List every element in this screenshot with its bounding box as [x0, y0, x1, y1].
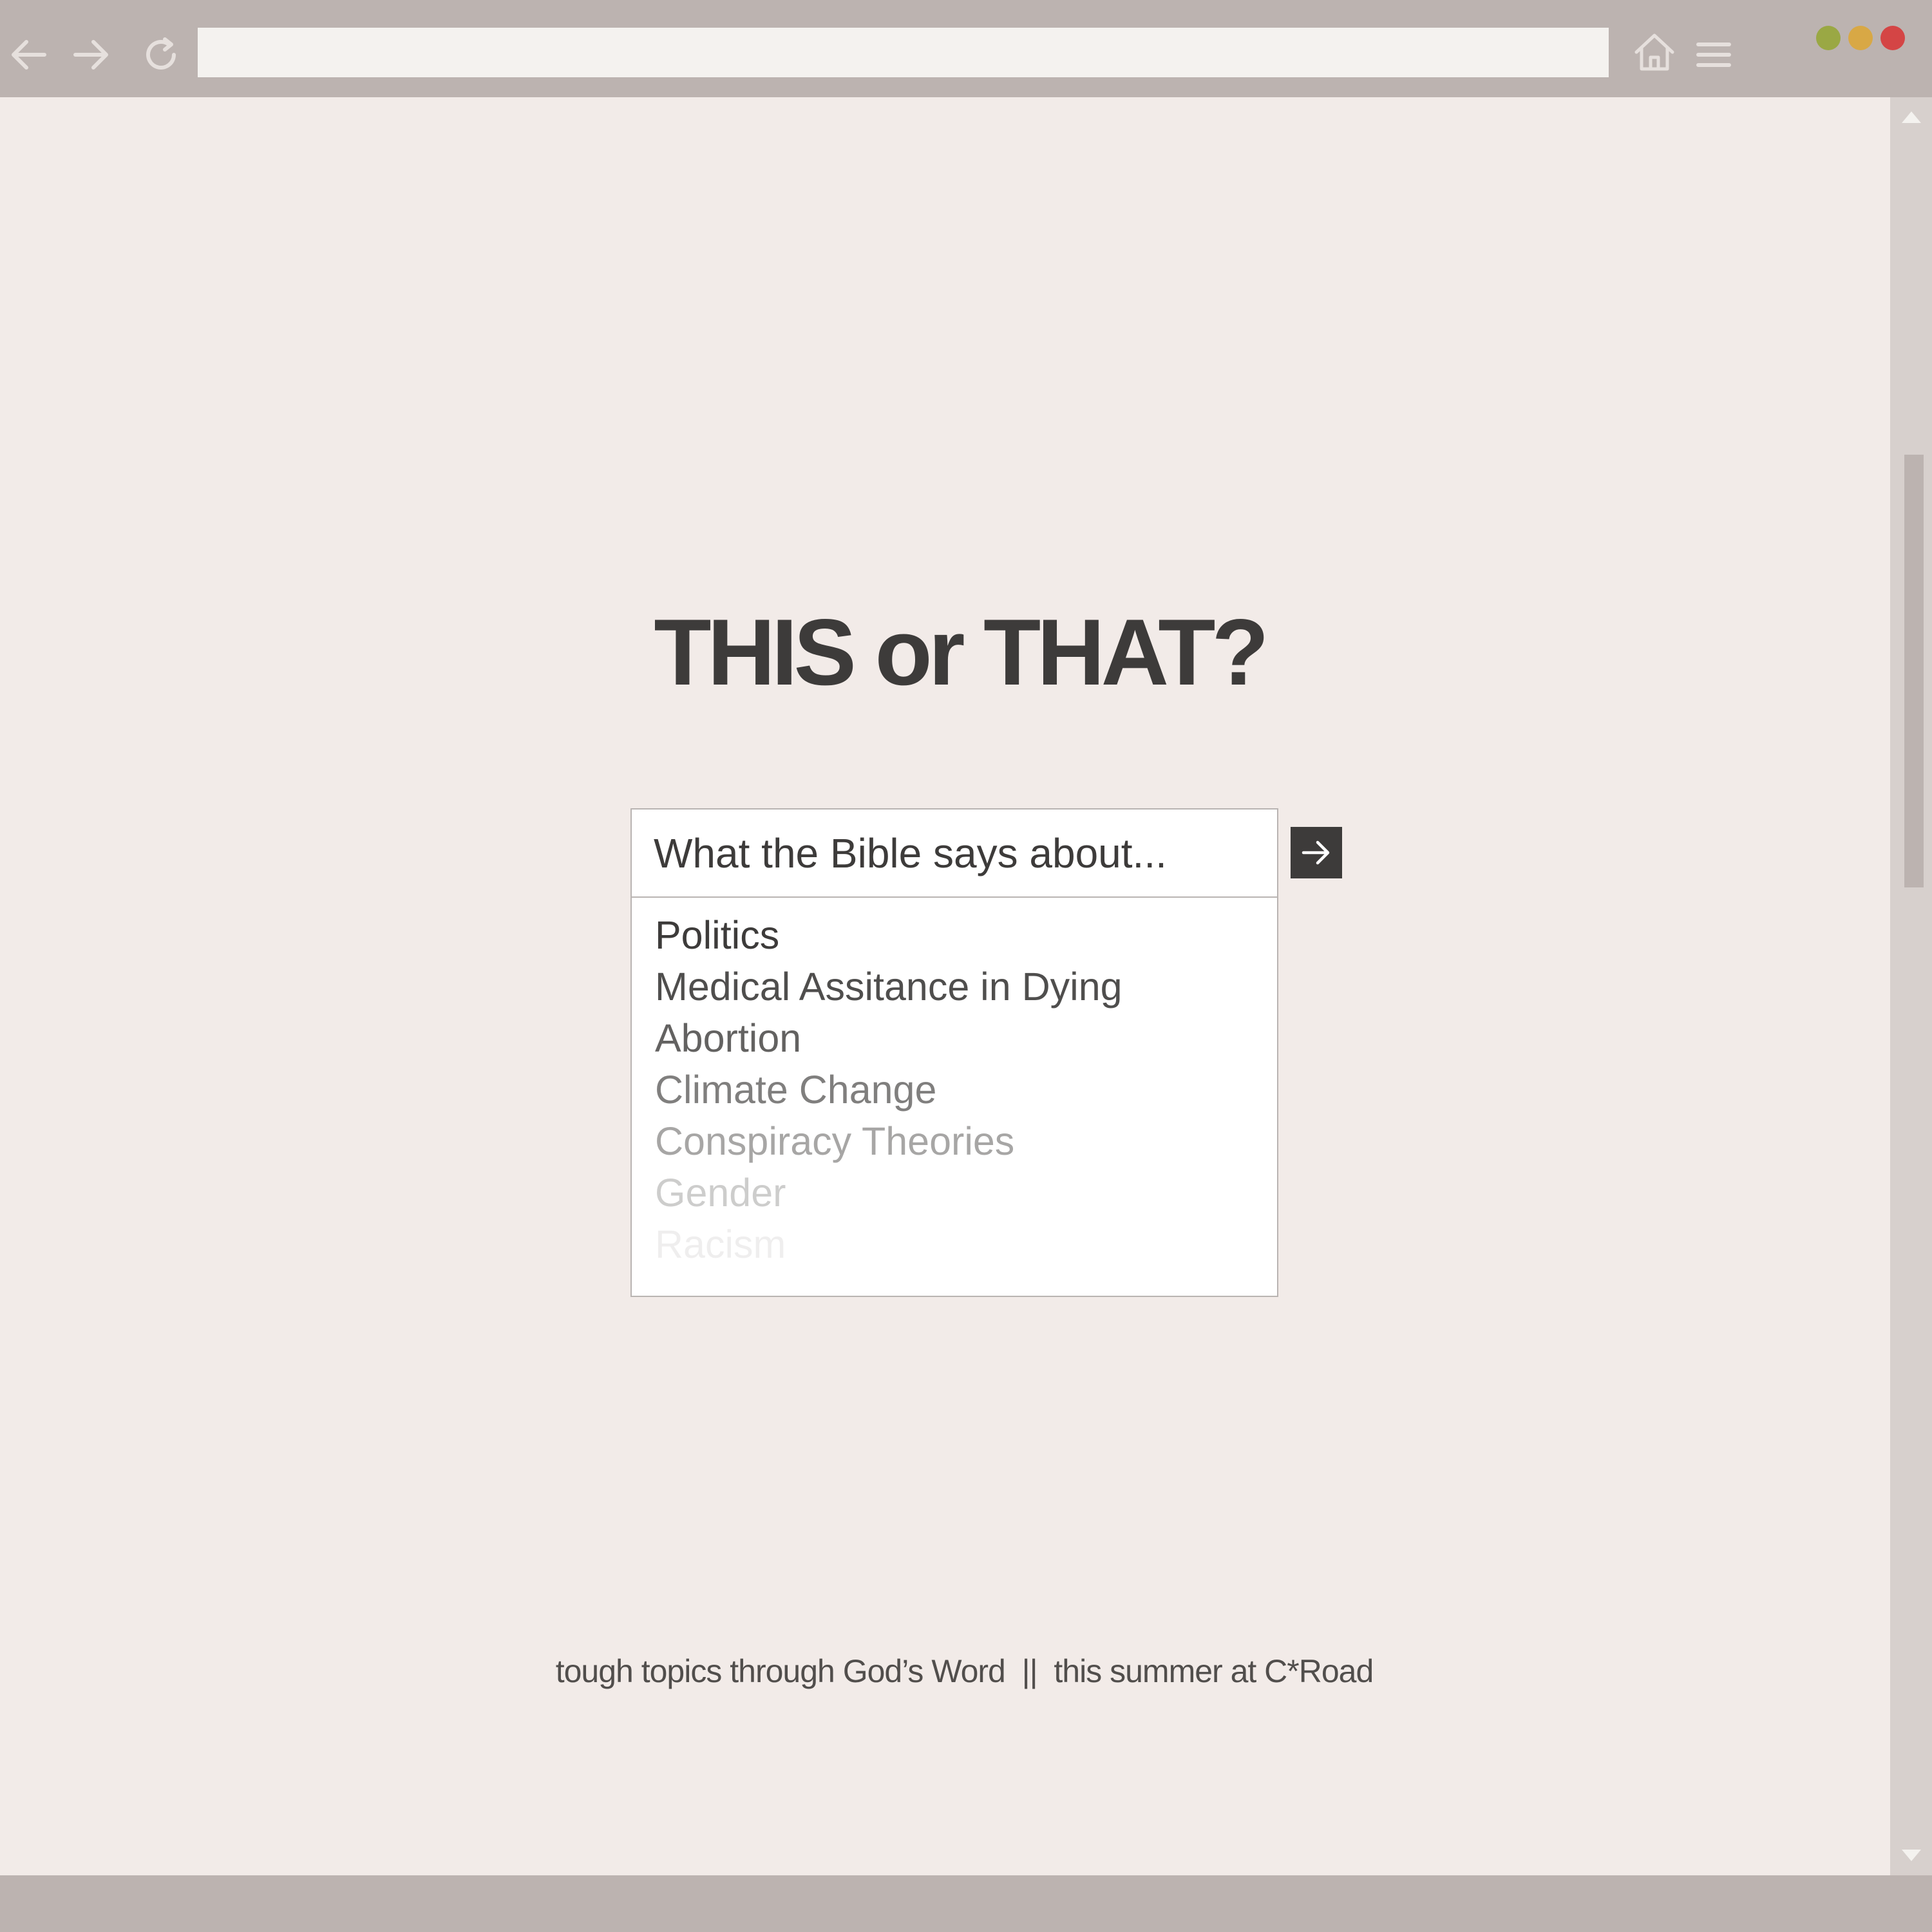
address-bar[interactable] — [198, 28, 1609, 77]
arrow-left-icon — [12, 40, 46, 70]
search-input[interactable] — [630, 808, 1278, 898]
suggestion-item-climate-change[interactable]: Climate Change — [632, 1064, 1277, 1115]
home-button[interactable] — [1625, 23, 1683, 81]
window-dot-red[interactable] — [1880, 26, 1905, 50]
triangle-up-icon — [1901, 111, 1921, 123]
page-viewport: THIS or THAT? Politics Medical Assitance… — [0, 97, 1890, 1875]
suggestion-item-medical-assistance-in-dying[interactable]: Medical Assitance in Dying — [632, 961, 1277, 1012]
browser-window: THIS or THAT? Politics Medical Assitance… — [0, 0, 1932, 1932]
window-dot-green[interactable] — [1816, 26, 1841, 50]
search-widget: Politics Medical Assitance in Dying Abor… — [630, 808, 1278, 1297]
suggestion-item-politics[interactable]: Politics — [632, 909, 1277, 961]
suggestion-item-racism[interactable]: Racism — [632, 1218, 1277, 1270]
suggestion-item-conspiracy-theories[interactable]: Conspiracy Theories — [632, 1115, 1277, 1167]
reload-icon — [146, 37, 176, 70]
arrow-right-icon — [73, 40, 108, 70]
suggestion-item-gender[interactable]: Gender — [632, 1167, 1277, 1218]
menu-button[interactable] — [1685, 26, 1743, 84]
suggestion-list: Politics Medical Assitance in Dying Abor… — [630, 898, 1278, 1297]
browser-toolbar — [0, 0, 1932, 97]
search-submit-button[interactable] — [1291, 827, 1342, 878]
browser-status-bar — [0, 1875, 1932, 1932]
suggestion-item-abortion[interactable]: Abortion — [632, 1012, 1277, 1064]
forward-button[interactable] — [62, 26, 120, 84]
hamburger-menu-icon — [1696, 43, 1731, 67]
page-headline: THIS or THAT? — [654, 600, 1269, 705]
triangle-down-icon — [1901, 1850, 1921, 1861]
scroll-up-arrow[interactable] — [1890, 97, 1932, 136]
home-icon — [1634, 33, 1674, 71]
back-button[interactable] — [0, 26, 58, 84]
vertical-scrollbar[interactable] — [1890, 97, 1932, 1875]
reload-button[interactable] — [132, 26, 190, 84]
window-dot-yellow[interactable] — [1848, 26, 1873, 50]
footer-tagline: tough topics through God’s Word || this … — [555, 1653, 1374, 1689]
scroll-down-arrow[interactable] — [1890, 1837, 1932, 1875]
arrow-right-icon — [1302, 840, 1330, 865]
scroll-thumb[interactable] — [1904, 455, 1924, 887]
